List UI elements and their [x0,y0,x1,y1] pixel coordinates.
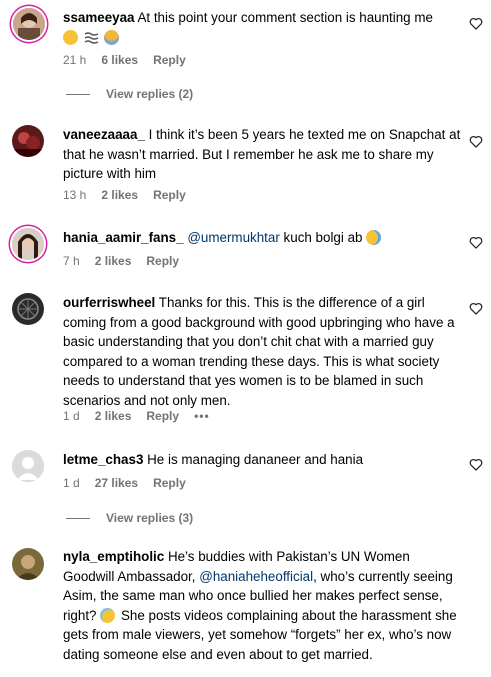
fog-icon [84,30,99,45]
avatar[interactable] [12,125,44,157]
comment-likes[interactable]: 2 likes [95,254,132,268]
comment-text: At this point your comment section is ha… [137,10,433,25]
comment-meta: 1 d 27 likes Reply [63,476,201,490]
comment-username[interactable]: nyla_emptiholic [63,549,164,564]
heart-icon[interactable] [469,236,483,249]
avatar[interactable] [12,450,44,482]
comment-username[interactable]: hania_aamir_fans_ [63,230,184,245]
divider-line [66,517,90,519]
avatar-image [13,8,45,40]
comment-meta: 21 h 6 likes Reply [63,53,201,67]
comment-body: ourferriswheel Thanks for this. This is … [63,293,463,410]
comment-likes[interactable]: 6 likes [101,53,138,67]
reply-button[interactable]: Reply [146,254,179,268]
avatar[interactable] [13,8,45,40]
comment-time: 1 d [63,476,80,490]
comment-time: 1 d [63,409,80,423]
crying-face-icon [366,230,382,245]
avatar[interactable] [12,548,44,580]
comment-meta: 13 h 2 likes Reply [63,188,201,202]
comment-text: Thanks for this. This is the difference … [63,295,455,408]
divider-line [66,93,90,95]
comment-body: vaneezaaaa_ I think it’s been 5 years he… [63,125,463,184]
reply-button[interactable]: Reply [153,476,186,490]
comment-username[interactable]: ssameeyaa [63,10,134,25]
heart-icon[interactable] [469,302,483,315]
avatar[interactable] [12,293,44,325]
comment-meta: 1 d 2 likes Reply ••• [63,409,225,423]
comment-body: ssameeyaa At this point your comment sec… [63,8,463,47]
grimacing-face-icon [63,29,78,45]
heart-icon[interactable] [469,17,483,30]
view-replies-label: View replies (3) [106,511,194,525]
avatar[interactable] [12,228,44,260]
comment-username[interactable]: vaneezaaaa_ [63,127,145,142]
comment-likes[interactable]: 2 likes [101,188,138,202]
reply-button[interactable]: Reply [153,188,186,202]
heart-icon[interactable] [469,458,483,471]
grinning-sweat-face-icon [100,607,116,623]
avatar-image [12,125,44,157]
default-avatar-icon [12,450,44,482]
mention-link[interactable]: @umermukhtar [187,230,279,245]
comment-username[interactable]: letme_chas3 [63,452,143,467]
view-replies-button[interactable]: View replies (2) [66,87,193,101]
comment-time: 7 h [63,254,80,268]
comment-text: He is managing dananeer and hania [147,452,364,467]
avatar-image [12,293,44,325]
heart-icon[interactable] [469,135,483,148]
comment-likes[interactable]: 2 likes [95,409,132,423]
more-options-icon[interactable]: ••• [194,409,210,423]
reply-button[interactable]: Reply [146,409,179,423]
comment-time: 21 h [63,53,87,67]
avatar-image [12,548,44,580]
comment-meta: 7 h 2 likes Reply [63,254,194,268]
comment-text: kuch bolgi ab [283,230,363,245]
comment-body: nyla_emptiholic He’s buddies with Pakist… [63,547,463,664]
comment-username[interactable]: ourferriswheel [63,295,155,310]
mention-link[interactable]: @haniaheheofficial [199,569,313,584]
comment-body: letme_chas3 He is managing dananeer and … [63,450,463,470]
screaming-face-icon [104,29,120,45]
comment-body: hania_aamir_fans_ @umermukhtar kuch bolg… [63,228,463,248]
comment-time: 13 h [63,188,87,202]
view-replies-label: View replies (2) [106,87,194,101]
comment-text-end: She posts videos complaining about the h… [63,607,457,662]
avatar-image [12,228,44,260]
view-replies-button[interactable]: View replies (3) [66,511,193,525]
comment-likes[interactable]: 27 likes [95,476,138,490]
reply-button[interactable]: Reply [153,53,186,67]
